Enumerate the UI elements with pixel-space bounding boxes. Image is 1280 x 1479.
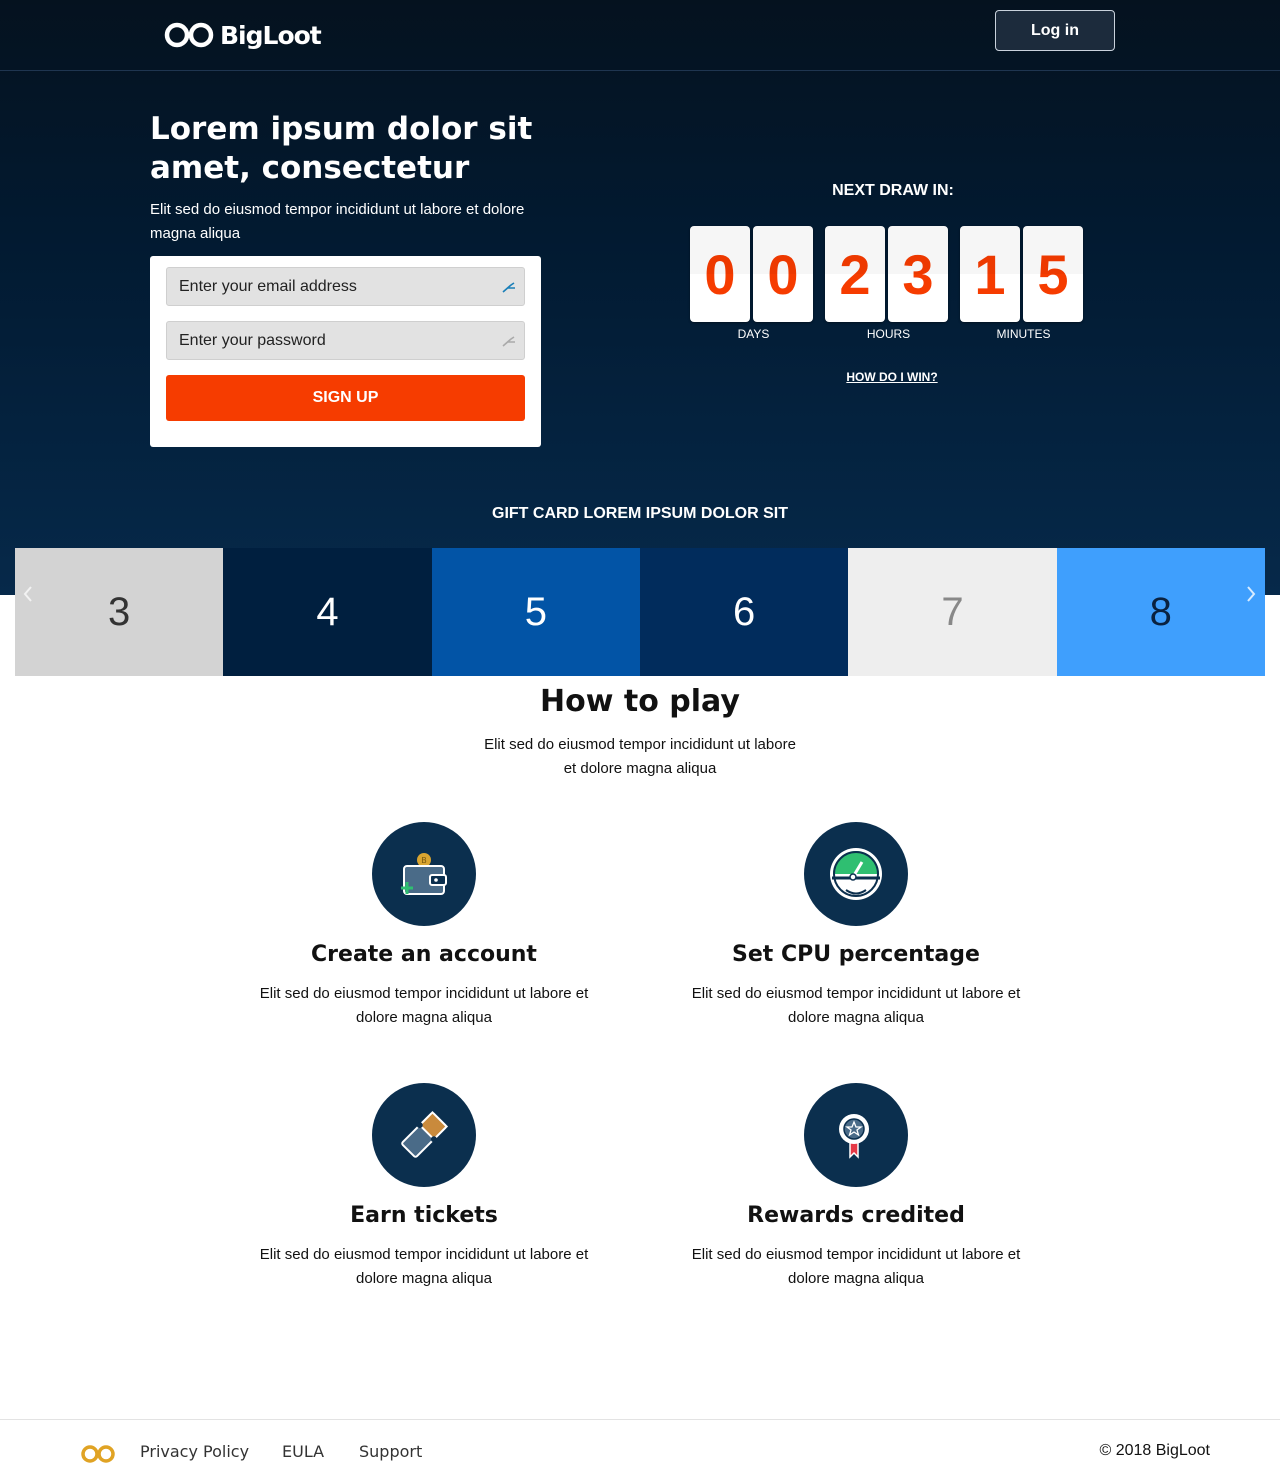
footer-logo-icon[interactable]: [80, 1444, 116, 1464]
top-navigation: BigLoot Log in: [0, 0, 1280, 71]
step-description: Elit sed do eiusmod tempor incididunt ut…: [259, 1246, 589, 1287]
how-to-play-subtitle: Elit sed do eiusmod tempor incididunt ut…: [484, 736, 796, 777]
hero-title: Lorem ipsum dolor sit amet, consectetur: [150, 111, 533, 186]
gift-card-slide[interactable]: 3: [15, 548, 224, 676]
countdown-digit: 3: [888, 226, 948, 322]
password-field-wrapper: [166, 321, 525, 360]
gauge-icon: [830, 848, 882, 900]
step-earn-tickets: Earn tickets Elit sed do eiusmod tempor …: [224, 1083, 624, 1291]
footer-link-support[interactable]: Support: [359, 1442, 422, 1461]
step-description: Elit sed do eiusmod tempor incididunt ut…: [259, 985, 589, 1026]
countdown-digit: 0: [753, 226, 813, 322]
step-title: Earn tickets: [350, 1203, 498, 1228]
email-field[interactable]: [167, 268, 524, 305]
chevron-left-icon[interactable]: [20, 584, 36, 604]
minutes-label: MINUTES: [996, 327, 1051, 341]
signup-form: SIGN UP: [150, 256, 541, 447]
days-label: DAYS: [737, 327, 770, 341]
signup-button[interactable]: SIGN UP: [166, 375, 525, 421]
step-badge: B: [372, 822, 476, 926]
gift-card-slide[interactable]: 5: [431, 548, 640, 676]
svg-text:B: B: [421, 856, 427, 865]
award-icon: [839, 1114, 869, 1159]
password-field[interactable]: [167, 322, 524, 359]
gift-card-title: GIFT CARD LOREM IPSUM DOLOR SIT: [492, 505, 788, 522]
chevron-right-icon[interactable]: [1243, 584, 1259, 604]
countdown-digit: 1: [960, 226, 1020, 322]
password-manager-icon: [502, 282, 515, 293]
gift-card-carousel: 3 4 5 6 7 8: [15, 548, 1265, 676]
footer-link-eula[interactable]: EULA: [282, 1442, 324, 1461]
hero-subtitle: Elit sed do eiusmod tempor incididunt ut…: [150, 201, 525, 242]
step-rewards-credited: Rewards credited Elit sed do eiusmod tem…: [656, 1083, 1056, 1291]
password-manager-icon: [502, 336, 515, 347]
step-title: Set CPU percentage: [732, 942, 980, 967]
logo-infinity-icon: [164, 22, 214, 48]
gift-card-slide[interactable]: 6: [639, 548, 849, 676]
step-description: Elit sed do eiusmod tempor incididunt ut…: [691, 1246, 1021, 1287]
hours-label: HOURS: [866, 327, 911, 341]
how-to-play-title: How to play: [540, 684, 740, 719]
step-description: Elit sed do eiusmod tempor incididunt ut…: [691, 985, 1021, 1026]
gift-card-slide[interactable]: 7: [848, 548, 1057, 676]
hero-section: BigLoot Log in Lorem ipsum dolor sit ame…: [0, 0, 1280, 595]
gift-card-slide[interactable]: 8: [1056, 548, 1265, 676]
step-create-account: B Create an account Elit sed do eiusmod …: [224, 822, 624, 1030]
login-button[interactable]: Log in: [995, 10, 1115, 51]
step-title: Rewards credited: [747, 1203, 965, 1228]
copyright: © 2018 BigLoot: [1099, 1442, 1210, 1459]
step-badge: [372, 1083, 476, 1187]
ticket-icon: [401, 1110, 449, 1158]
footer-link-privacy[interactable]: Privacy Policy: [140, 1442, 249, 1461]
logo[interactable]: BigLoot: [164, 18, 322, 52]
logo-text: BigLoot: [220, 20, 322, 50]
wallet-icon: B: [401, 853, 447, 895]
email-field-wrapper: [166, 267, 525, 306]
countdown-digit: 0: [690, 226, 750, 322]
countdown-digit: 5: [1023, 226, 1083, 322]
step-title: Create an account: [311, 942, 537, 967]
countdown-digit: 2: [825, 226, 885, 322]
how-do-i-win-link[interactable]: HOW DO I WIN?: [792, 370, 992, 384]
gift-card-slide[interactable]: 4: [223, 548, 432, 676]
step-badge: [804, 822, 908, 926]
step-set-cpu: Set CPU percentage Elit sed do eiusmod t…: [656, 822, 1056, 1030]
step-badge: [804, 1083, 908, 1187]
footer: Privacy Policy EULA Support © 2018 BigLo…: [0, 1419, 1280, 1479]
next-draw-label: NEXT DRAW IN:: [832, 182, 954, 199]
